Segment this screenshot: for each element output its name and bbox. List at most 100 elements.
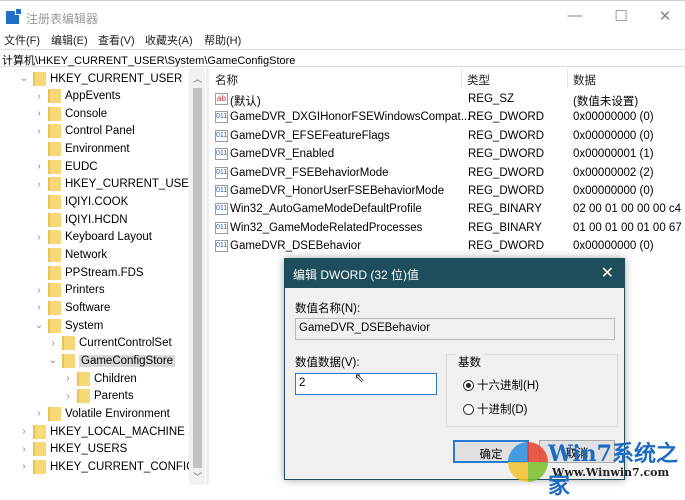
tree-item-label: HKEY_LOCAL_MACHINE — [50, 425, 185, 438]
tree-item[interactable]: › Control Panel — [33, 123, 135, 140]
column-name[interactable]: 名称 — [210, 68, 462, 88]
scroll-up-icon[interactable]: ︿ — [193, 72, 202, 85]
expand-chevron-icon[interactable]: › — [33, 179, 45, 190]
tree-item[interactable]: › EUDC — [33, 158, 98, 175]
tree-item[interactable]: PPStream.FDS — [33, 264, 144, 281]
tree-item-label: Printers — [65, 284, 105, 297]
expand-chevron-icon[interactable]: › — [33, 126, 45, 137]
value-row[interactable]: 011 GameDVR_EFSEFeatureFlags REG_DWORD 0x00… — [210, 128, 685, 146]
folder-icon — [48, 318, 61, 333]
tree-item[interactable]: › HKEY_CURRENT_USER — [33, 176, 197, 193]
folder-icon — [77, 371, 90, 386]
expand-chevron-icon[interactable]: › — [47, 338, 59, 349]
value-name: GameDVR_DXGIHonorFSEWindowsCompat... — [230, 111, 471, 124]
binary-value-icon: 011 — [215, 111, 228, 124]
tree-item[interactable]: › HKEY_CURRENT_CONFIG — [18, 458, 195, 475]
folder-icon — [48, 212, 61, 227]
expand-chevron-icon[interactable]: › — [33, 408, 45, 419]
value-type: REG_DWORD — [468, 166, 545, 179]
value-row[interactable]: 011 Win32_AutoGameModeDefaultProfile REG_B… — [210, 201, 685, 219]
tree-item[interactable]: › Console — [33, 105, 107, 122]
tree-item-label: HKEY_CURRENT_CONFIG — [50, 460, 196, 473]
tree-item[interactable]: ⌄ GameConfigStore — [47, 352, 176, 369]
minimize-button[interactable]: — — [555, 7, 595, 24]
value-name: GameDVR_EFSEFeatureFlags — [230, 129, 390, 142]
tree-item[interactable]: › Volatile Environment — [33, 405, 170, 422]
tree-item-label: System — [65, 319, 104, 332]
tree-item[interactable]: › HKEY_USERS — [18, 441, 127, 458]
value-row[interactable]: ab (默认) REG_SZ (数值未设置) — [210, 91, 685, 109]
tree-item[interactable]: › AppEvents — [33, 88, 121, 105]
radio-decimal[interactable]: 十进制(D) — [463, 401, 527, 417]
pane-splitter[interactable] — [206, 68, 209, 485]
expand-chevron-icon[interactable]: ⌄ — [33, 320, 45, 331]
tree-item[interactable]: › Keyboard Layout — [33, 229, 152, 246]
expand-chevron-icon[interactable]: › — [62, 373, 74, 384]
menu-file[interactable]: 文件(F) — [4, 32, 40, 48]
expand-chevron-icon[interactable]: ⌄ — [18, 73, 30, 84]
expand-chevron-icon[interactable]: › — [33, 302, 45, 313]
radio-hex-label: 十六进制(H) — [477, 380, 539, 392]
dialog-close-button[interactable]: ✕ — [601, 263, 614, 283]
menu-help[interactable]: 帮助(H) — [204, 32, 241, 48]
menu-favorites[interactable]: 收藏夹(A) — [145, 32, 193, 48]
tree-item-label: IQIYI.COOK — [65, 196, 129, 209]
tree-item[interactable]: Network — [33, 247, 107, 264]
expand-chevron-icon[interactable]: › — [33, 161, 45, 172]
expand-chevron-icon[interactable]: ⌄ — [47, 355, 59, 366]
expand-chevron-icon[interactable]: › — [18, 444, 30, 455]
address-bar[interactable]: 计算机\HKEY_CURRENT_USER\System\GameConfigS… — [0, 49, 685, 67]
tree-item[interactable]: › CurrentControlSet — [47, 335, 172, 352]
tree-item[interactable]: › HKEY_LOCAL_MACHINE — [18, 423, 185, 440]
value-name-label: 数值名称(N): — [295, 303, 361, 315]
radio-unchecked-icon — [463, 403, 474, 415]
value-row[interactable]: 011 GameDVR_DSEBehavior REG_DWORD 0x0000000… — [210, 238, 685, 256]
tree-item[interactable]: ⌄ System — [33, 317, 103, 334]
tree-scrollbar-thumb[interactable] — [193, 88, 202, 468]
menu-view[interactable]: 查看(V) — [98, 32, 135, 48]
value-name: GameDVR_FSEBehaviorMode — [230, 166, 389, 179]
expand-chevron-icon[interactable]: › — [33, 91, 45, 102]
expand-chevron-icon[interactable]: › — [33, 285, 45, 296]
value-type: REG_SZ — [468, 93, 515, 105]
close-button[interactable]: ✕ — [645, 7, 685, 25]
tree-item[interactable]: › Printers — [33, 282, 105, 299]
key-tree: ⌄ HKEY_CURRENT_USER › AppEvents › Console › Con… — [0, 68, 206, 485]
binary-value-icon: 011 — [215, 185, 228, 197]
tree-item[interactable]: › Parents — [62, 388, 134, 405]
value-row[interactable]: 011 GameDVR_DXGIHonorFSEWindowsCompat... R… — [210, 109, 685, 127]
tree-item[interactable]: › Children — [62, 370, 137, 387]
column-data[interactable]: 数据 — [568, 68, 685, 88]
expand-chevron-icon[interactable]: › — [33, 232, 45, 243]
value-row[interactable]: 011 GameDVR_HonorUserFSEBehaviorMode REG_D… — [210, 183, 685, 201]
value-type: REG_DWORD — [468, 111, 545, 124]
value-row[interactable]: 011 Win32_GameModeRelatedProcesses REG_BIN… — [210, 220, 685, 238]
column-type[interactable]: 类型 — [462, 68, 568, 88]
expand-chevron-icon[interactable]: › — [18, 461, 30, 472]
dialog-title: 编辑 DWORD (32 位)值 — [285, 259, 624, 288]
tree-item[interactable]: IQIYI.COOK — [33, 194, 128, 211]
value-type: REG_BINARY — [468, 221, 542, 234]
tree-item[interactable]: IQIYI.HCDN — [33, 211, 128, 228]
maximize-button[interactable]: ☐ — [601, 7, 641, 25]
radio-hex[interactable]: 十六进制(H) — [463, 377, 539, 393]
value-name: GameDVR_DSEBehavior — [230, 240, 362, 253]
value-row[interactable]: 011 GameDVR_FSEBehaviorMode REG_DWORD 0x000… — [210, 165, 685, 183]
expand-chevron-icon[interactable]: › — [62, 391, 74, 402]
tree-item[interactable]: › Software — [33, 299, 110, 316]
tree-item[interactable]: ⌄ HKEY_CURRENT_USER — [18, 70, 182, 87]
value-type: REG_DWORD — [468, 240, 545, 253]
folder-icon — [48, 283, 61, 298]
scroll-down-icon[interactable]: ﹀ — [193, 470, 202, 483]
menu-edit[interactable]: 编辑(E) — [51, 32, 88, 48]
value-data: 0x00000000 (0) — [573, 185, 654, 197]
value-row[interactable]: 011 GameDVR_Enabled REG_DWORD 0x00000001 (1… — [210, 146, 685, 164]
binary-value-icon: 011 — [215, 148, 228, 161]
expand-chevron-icon[interactable]: › — [18, 426, 30, 437]
expand-chevron-icon[interactable]: › — [33, 108, 45, 119]
value-data-input[interactable]: 2 — [295, 373, 437, 395]
folder-icon — [62, 336, 75, 351]
tree-item[interactable]: Environment — [33, 141, 130, 158]
folder-icon — [33, 71, 46, 86]
tree-item-label: HKEY_CURRENT_USER — [50, 72, 183, 85]
